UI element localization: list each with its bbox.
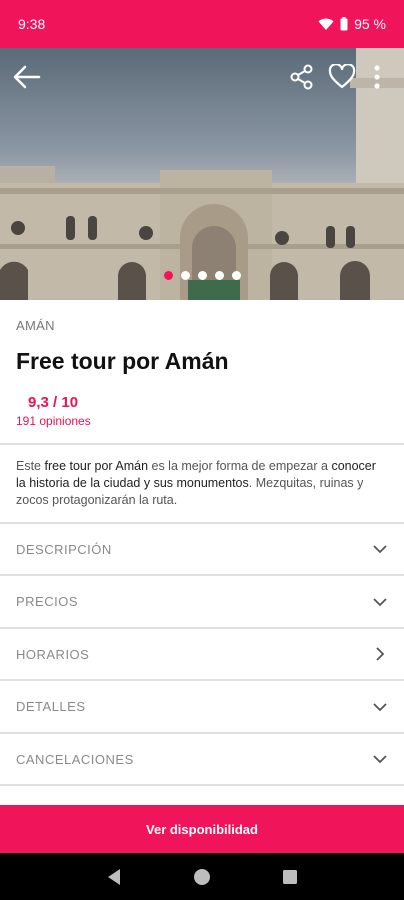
summary-highlight: free tour por Amán [44,459,149,473]
battery-icon [340,17,348,31]
carousel-dot[interactable] [163,271,173,280]
carousel-dot[interactable] [180,271,190,280]
section-descripción[interactable]: DESCRIPCIÓN [0,524,404,576]
status-icons: 95 % [318,16,386,32]
carousel-dot[interactable] [231,271,241,280]
section-precios[interactable]: PRECIOS [0,577,404,629]
tour-summary: Este free tour por Amán es la mejor form… [16,458,388,509]
nav-recents-icon[interactable] [282,869,298,885]
chevron-down-icon [373,702,387,711]
status-time: 9:38 [18,16,46,32]
section-horarios[interactable]: HORARIOS [0,629,404,681]
section-label: HORARIOS [16,646,90,662]
tour-city: AMÁN [16,318,55,333]
carousel-pagination [0,271,404,280]
chevron-right-icon [376,647,385,661]
back-icon[interactable] [12,64,42,95]
carousel-dot[interactable] [214,271,224,280]
chevron-down-icon [373,755,387,764]
tour-title: Free tour por Amán [16,348,229,374]
summary-text: Este [16,459,45,473]
tour-photo-carousel[interactable] [0,48,404,300]
section-cancelaciones[interactable]: CANCELACIONES [0,734,404,786]
wifi-icon [318,18,334,30]
android-navigation-bar [0,853,404,900]
chevron-down-icon [373,545,387,554]
section-label: DESCRIPCIÓN [16,541,112,557]
divider [0,443,404,445]
section-label: PRECIOS [16,594,79,609]
nav-home-icon[interactable] [193,868,211,886]
favorite-heart-icon[interactable] [328,63,356,95]
section-label: DETALLES [16,699,86,714]
more-options-icon[interactable] [372,64,382,95]
check-availability-button[interactable]: Ver disponibilidad [0,805,404,853]
reviews-link[interactable]: 191 opiniones [16,414,91,428]
battery-percent: 95 % [354,16,386,32]
chevron-down-icon [373,597,387,606]
status-bar: 9:38 95 % [0,0,404,48]
tour-rating: 9,3 / 10 [28,394,79,411]
share-icon[interactable] [290,64,314,95]
nav-back-icon[interactable] [106,868,122,886]
summary-text: es la mejor forma de empezar a [148,459,332,473]
carousel-dot[interactable] [197,271,207,280]
section-detalles[interactable]: DETALLES [0,682,404,734]
section-label: CANCELACIONES [16,751,134,767]
